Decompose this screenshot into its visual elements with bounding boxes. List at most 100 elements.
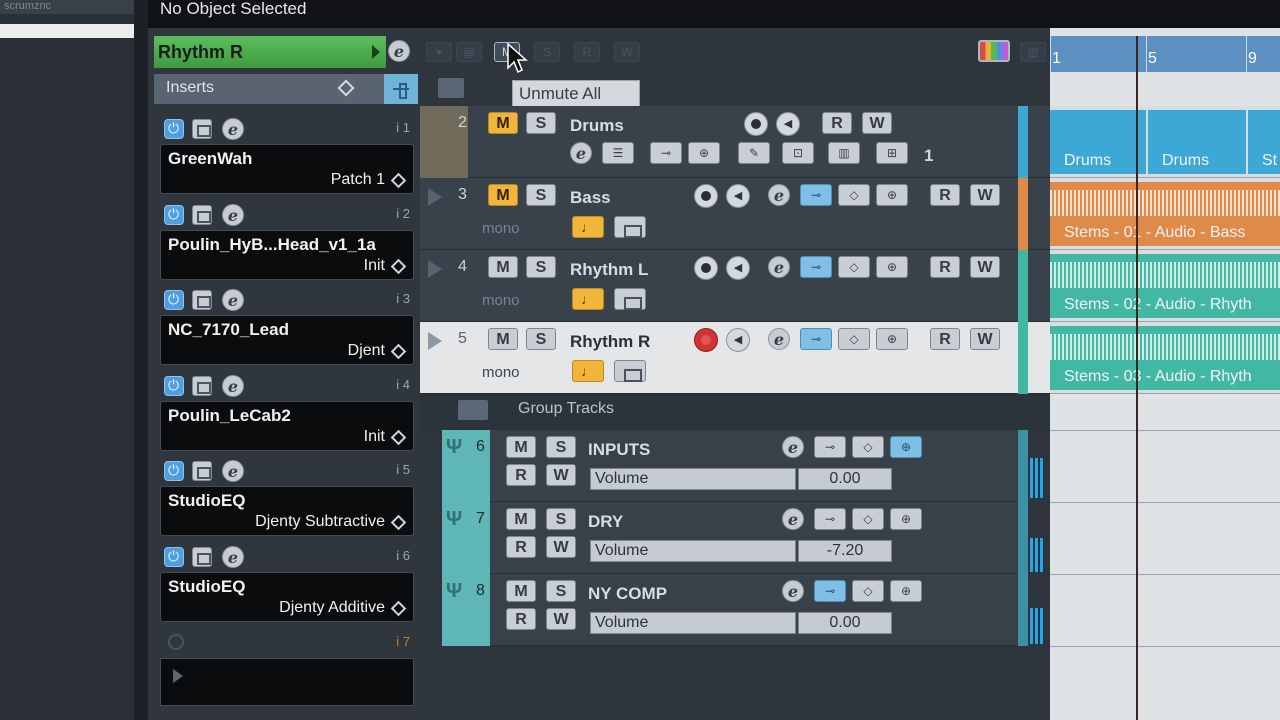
mute-button[interactable]: M: [488, 184, 518, 206]
eq-icon[interactable]: ◇: [838, 184, 870, 206]
arrangement-area[interactable]: 1 5 9 Drums Drums St Stems - 01 - Audio …: [1050, 28, 1280, 720]
inspector-track-header[interactable]: Rhythm R: [154, 36, 386, 68]
mute-button[interactable]: M: [488, 256, 518, 278]
solo-button[interactable]: S: [526, 256, 556, 278]
bypass-icon[interactable]: [192, 205, 212, 225]
preset-diamond-icon[interactable]: [337, 79, 355, 97]
grid-icon[interactable]: ⊞: [876, 142, 908, 164]
midi-event[interactable]: Drums: [1050, 110, 1146, 174]
track-name[interactable]: INPUTS: [588, 440, 650, 460]
track-type-handle[interactable]: 5: [420, 322, 468, 394]
inserts-icon[interactable]: ⊸: [800, 184, 832, 206]
automation-value[interactable]: -7.20: [798, 540, 892, 562]
automation-parameter[interactable]: Volume: [590, 612, 796, 634]
eq-icon[interactable]: ◇: [852, 580, 884, 602]
power-icon[interactable]: [164, 547, 184, 567]
edit-plugin-button[interactable]: e: [222, 118, 244, 140]
expand-arrow-icon[interactable]: [428, 332, 442, 350]
music-note-icon[interactable]: ♩: [572, 216, 604, 238]
plugin-box[interactable]: Poulin_HyB...Head_v1_1a Init: [160, 230, 414, 280]
music-note-icon[interactable]: ♩: [572, 360, 604, 382]
music-note-icon[interactable]: ♩: [572, 288, 604, 310]
monitor-button[interactable]: ◀: [726, 256, 750, 280]
plugin-box[interactable]: NC_7170_Lead Djent: [160, 315, 414, 365]
lane-bass[interactable]: Stems - 01 - Audio - Bass: [1050, 178, 1280, 250]
track-colors-button[interactable]: [978, 40, 1010, 62]
preset-diamond-icon[interactable]: [390, 343, 407, 360]
monitor-button[interactable]: ◀: [776, 112, 800, 136]
lock-icon[interactable]: ⊡: [782, 142, 814, 164]
inserts-icon[interactable]: ⊸: [800, 256, 832, 278]
track-list-options-icon[interactable]: ▥: [1020, 42, 1046, 62]
preset-diamond-icon[interactable]: [390, 514, 407, 531]
edit-channel-button[interactable]: e: [768, 184, 790, 206]
expand-arrow-icon[interactable]: [428, 260, 442, 278]
solo-button[interactable]: S: [526, 328, 556, 350]
track-name[interactable]: Bass: [570, 188, 611, 208]
channel-count[interactable]: 1: [924, 146, 933, 166]
track-type-handle[interactable]: Ψ 7: [442, 502, 490, 574]
eq-icon[interactable]: ◇: [838, 328, 870, 350]
track-name[interactable]: Rhythm R: [570, 332, 650, 352]
left-pane-selected-row[interactable]: [0, 24, 134, 38]
automation-parameter[interactable]: Volume: [590, 540, 796, 562]
sends-icon[interactable]: ⊕: [890, 580, 922, 602]
drum-map-icon[interactable]: ☰: [602, 142, 634, 164]
expand-arrow-icon[interactable]: [428, 188, 442, 206]
mute-button[interactable]: M: [506, 580, 536, 602]
track-type-handle[interactable]: 3: [420, 178, 468, 250]
preset-diamond-icon[interactable]: [390, 429, 407, 446]
read-automation-button[interactable]: R: [506, 464, 536, 486]
inserts-icon[interactable]: ⊸: [814, 508, 846, 530]
bypass-icon[interactable]: [192, 461, 212, 481]
read-all-button[interactable]: R: [574, 42, 600, 62]
preset-diamond-icon[interactable]: [390, 600, 407, 617]
solo-button[interactable]: S: [546, 580, 576, 602]
bypass-icon[interactable]: [192, 376, 212, 396]
edit-plugin-button[interactable]: e: [222, 289, 244, 311]
track-name[interactable]: Drums: [570, 116, 624, 136]
plugin-box[interactable]: Poulin_LeCab2 Init: [160, 401, 414, 451]
plugin-box[interactable]: StudioEQ Djenty Subtractive: [160, 486, 414, 536]
audio-event[interactable]: Stems - 01 - Audio - Bass: [1050, 182, 1280, 246]
mute-button[interactable]: M: [488, 112, 518, 134]
preset-name[interactable]: Init: [364, 257, 385, 275]
pane-divider[interactable]: [134, 0, 148, 720]
mute-button[interactable]: M: [506, 436, 536, 458]
read-automation-button[interactable]: R: [930, 184, 960, 206]
plugin-box[interactable]: GreenWah Patch 1: [160, 144, 414, 194]
midi-event[interactable]: Drums: [1148, 110, 1246, 174]
preset-name[interactable]: Djenty Additive: [279, 599, 385, 617]
lanes-icon[interactable]: ▥: [828, 142, 860, 164]
track-list-menu-icon[interactable]: ▾: [426, 42, 452, 62]
read-automation-button[interactable]: R: [506, 608, 536, 630]
power-off-icon[interactable]: [168, 634, 184, 650]
group-track-ny-comp[interactable]: Ψ 8 M S NY COMP e ⊸ ◇ ⊕ R W Volume 0.00: [442, 574, 1018, 646]
lock-icon[interactable]: [614, 216, 646, 238]
bypass-icon[interactable]: [192, 290, 212, 310]
track-type-handle[interactable]: Ψ 6: [442, 430, 490, 502]
edit-plugin-button[interactable]: e: [222, 546, 244, 568]
write-automation-button[interactable]: W: [970, 184, 1000, 206]
bypass-icon[interactable]: [192, 547, 212, 567]
lane-rhythm-r[interactable]: Stems - 03 - Audio - Rhyth: [1050, 322, 1280, 394]
track-rhythm-r[interactable]: 5 M S Rhythm R mono ◀ e ⊸ ◇ ⊕ R W ♩: [420, 322, 1050, 394]
eq-icon[interactable]: ◇: [838, 256, 870, 278]
preset-diamond-icon[interactable]: [390, 258, 407, 275]
read-automation-button[interactable]: R: [930, 256, 960, 278]
track-name[interactable]: Rhythm L: [570, 260, 648, 280]
timeline-ruler[interactable]: 1 5 9: [1050, 36, 1280, 72]
sends-icon[interactable]: ⊕: [688, 142, 720, 164]
eq-icon[interactable]: ◇: [852, 436, 884, 458]
read-automation-button[interactable]: R: [506, 536, 536, 558]
inserts-section-header[interactable]: Inserts: [154, 74, 418, 104]
power-icon[interactable]: [164, 376, 184, 396]
group-track-inputs[interactable]: Ψ 6 M S INPUTS e ⊸ ◇ ⊕ R W Volume 0.00: [442, 430, 1018, 502]
sends-icon[interactable]: ⊕: [890, 436, 922, 458]
solo-button[interactable]: S: [546, 436, 576, 458]
power-icon[interactable]: [164, 290, 184, 310]
write-automation-button[interactable]: W: [546, 464, 576, 486]
group-track-dry[interactable]: Ψ 7 M S DRY e ⊸ ◇ ⊕ R W Volume -7.20: [442, 502, 1018, 574]
solo-button[interactable]: S: [526, 112, 556, 134]
solo-button[interactable]: S: [526, 184, 556, 206]
